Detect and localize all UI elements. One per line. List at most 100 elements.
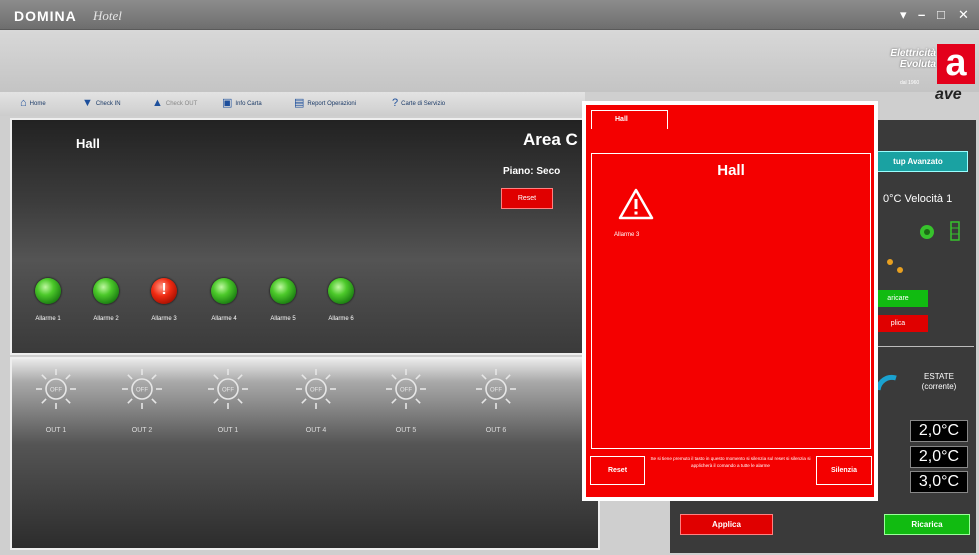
output-toggle[interactable]: OFF OUT 6 [466,367,526,434]
setup-advanced-button[interactable]: tup Avanzato [868,151,968,172]
menu-icon[interactable]: ▾ [900,7,907,23]
temp-readout-2: 2,0°C [910,446,968,468]
season-label: ESTATE (corrente) [908,372,970,392]
app-window: DOMINA Hotel ▾ – □ ✕ Elettricità Evoluta… [0,0,979,555]
output-label: OUT 1 [45,427,67,434]
output-label: OUT 5 [395,427,417,434]
warning-icon [618,188,654,220]
toolbar-check-out[interactable]: ▲ Check OUT [152,98,197,109]
alarm-indicator[interactable]: Allarme 6 [311,278,371,322]
temp-readout-1: 2,0°C [910,420,968,442]
toolbar-info-carta[interactable]: ▣ Info Carta [222,98,262,109]
alarm-ok-icon [93,278,119,304]
brand-since: dal 1960 [900,80,920,86]
card-icon: ▣ [222,97,233,109]
toolbar-home-label: Home [29,100,46,107]
season-line1: ESTATE [924,372,954,381]
brand-tagline: Elettricità Evoluta [866,48,936,70]
bulb-off-text: OFF [136,388,148,394]
bulb-off-text: OFF [400,388,412,394]
arrow-up-icon: ▲ [152,97,163,109]
popup-tab-hall[interactable]: Hall [591,110,668,129]
toolbar-report-label: Report Operazioni [307,100,357,107]
output-label: OUT 2 [131,427,153,434]
output-label: OUT 4 [305,427,327,434]
toolbar-info-carta-label: Info Carta [235,100,262,107]
bulb-off-text: OFF [490,388,502,394]
alarm-ok-icon [35,278,61,304]
toolbar-carte-servizio[interactable]: ? Carte di Servizio [392,98,445,109]
alarm-active-icon [151,278,177,304]
bulb-off-text: OFF [50,388,62,394]
divider [870,346,974,347]
toolbar-check-in[interactable]: ▼ Check IN [82,98,121,109]
alarm-label: Allarme 5 [270,316,296,322]
toolbar: ⌂ Home ▼ Check IN ▲ Check OUT ▣ Info Car… [0,92,585,116]
temp-readout-3: 3,0°C [910,471,968,493]
gauge-icon [876,374,897,391]
alarm-ok-icon [270,278,296,304]
floor-label: Piano: Seco [503,166,561,177]
fan-icon [920,221,960,241]
alarm-ok-icon [211,278,237,304]
output-toggle[interactable]: OFF OUT 1 [198,367,258,434]
alarm-label: Allarme 4 [211,316,237,322]
ricarica-button[interactable]: Ricarica [884,514,970,535]
bulb-off-text: OFF [222,388,234,394]
light-bulb-icon: OFF [296,369,336,409]
toolbar-report[interactable]: ▤ Report Operazioni [294,98,356,109]
title-bar: DOMINA Hotel ▾ – □ ✕ [0,0,979,30]
home-icon: ⌂ [20,97,27,109]
alarm-label: Allarme 2 [93,316,119,322]
output-toggle[interactable]: OFF OUT 4 [286,367,346,434]
output-label: OUT 6 [485,427,507,434]
popup-title: Hall [717,162,745,179]
minimize-icon[interactable]: – [918,7,925,22]
brand-logo-icon: a [937,44,975,84]
light-bulb-icon: OFF [476,369,516,409]
alarm-ok-icon [328,278,354,304]
light-bulb-icon: OFF [122,369,162,409]
alarm-label: Allarme 6 [328,316,354,322]
toolbar-home[interactable]: ⌂ Home [20,98,46,109]
toolbar-check-in-label: Check IN [95,100,121,107]
area-title: Area C [523,130,578,149]
report-icon: ▤ [294,97,305,109]
brand-logo-word: ave [935,86,962,103]
bulb-off-text: OFF [310,388,322,394]
alarm-indicator[interactable]: Allarme 4 [194,278,254,322]
alarm-label: Allarme 1 [35,316,61,322]
question-icon: ? [392,97,399,109]
popup-silenzia-button[interactable]: Silenzia [816,456,872,485]
light-bulb-icon: OFF [386,369,426,409]
output-label: OUT 1 [217,427,239,434]
app-sublogo: Hotel [93,8,122,23]
alarm-indicator[interactable]: Allarme 2 [76,278,136,322]
output-toggle[interactable]: OFF OUT 2 [112,367,172,434]
season-line2: (corrente) [921,382,957,391]
close-icon[interactable]: ✕ [958,7,969,23]
toolbar-check-out-label: Check OUT [165,100,198,107]
app-logo: DOMINA [14,8,77,24]
popup-alarm-label: Allarme 3 [614,232,640,238]
sun-icon [887,259,903,273]
alarm-label: Allarme 3 [151,316,177,322]
alarm-indicator[interactable]: Allarme 1 [18,278,78,322]
toolbar-carte-servizio-label: Carte di Servizio [401,100,446,107]
popup-message: Se si tiene premuto il tasto in questo m… [650,456,811,468]
brand-line1: Elettricità [890,48,936,59]
light-bulb-icon: OFF [208,369,248,409]
header-band [0,30,979,92]
output-toggle[interactable]: OFF OUT 1 [26,367,86,434]
hall-title: Hall [76,136,100,151]
output-toggle[interactable]: OFF OUT 5 [376,367,436,434]
arrow-down-icon: ▼ [82,97,93,109]
alarm-indicator[interactable]: Allarme 5 [253,278,313,322]
brand-line2: Evoluta [899,59,936,70]
alarm-indicator[interactable]: Allarme 3 [134,278,194,322]
applica-button[interactable]: Applica [680,514,773,535]
hall-reset-button[interactable]: Reset [501,188,553,209]
maximize-icon[interactable]: □ [937,7,945,22]
speed-readout: 0°C Velocità 1 [883,193,953,205]
popup-reset-button[interactable]: Reset [590,456,645,485]
